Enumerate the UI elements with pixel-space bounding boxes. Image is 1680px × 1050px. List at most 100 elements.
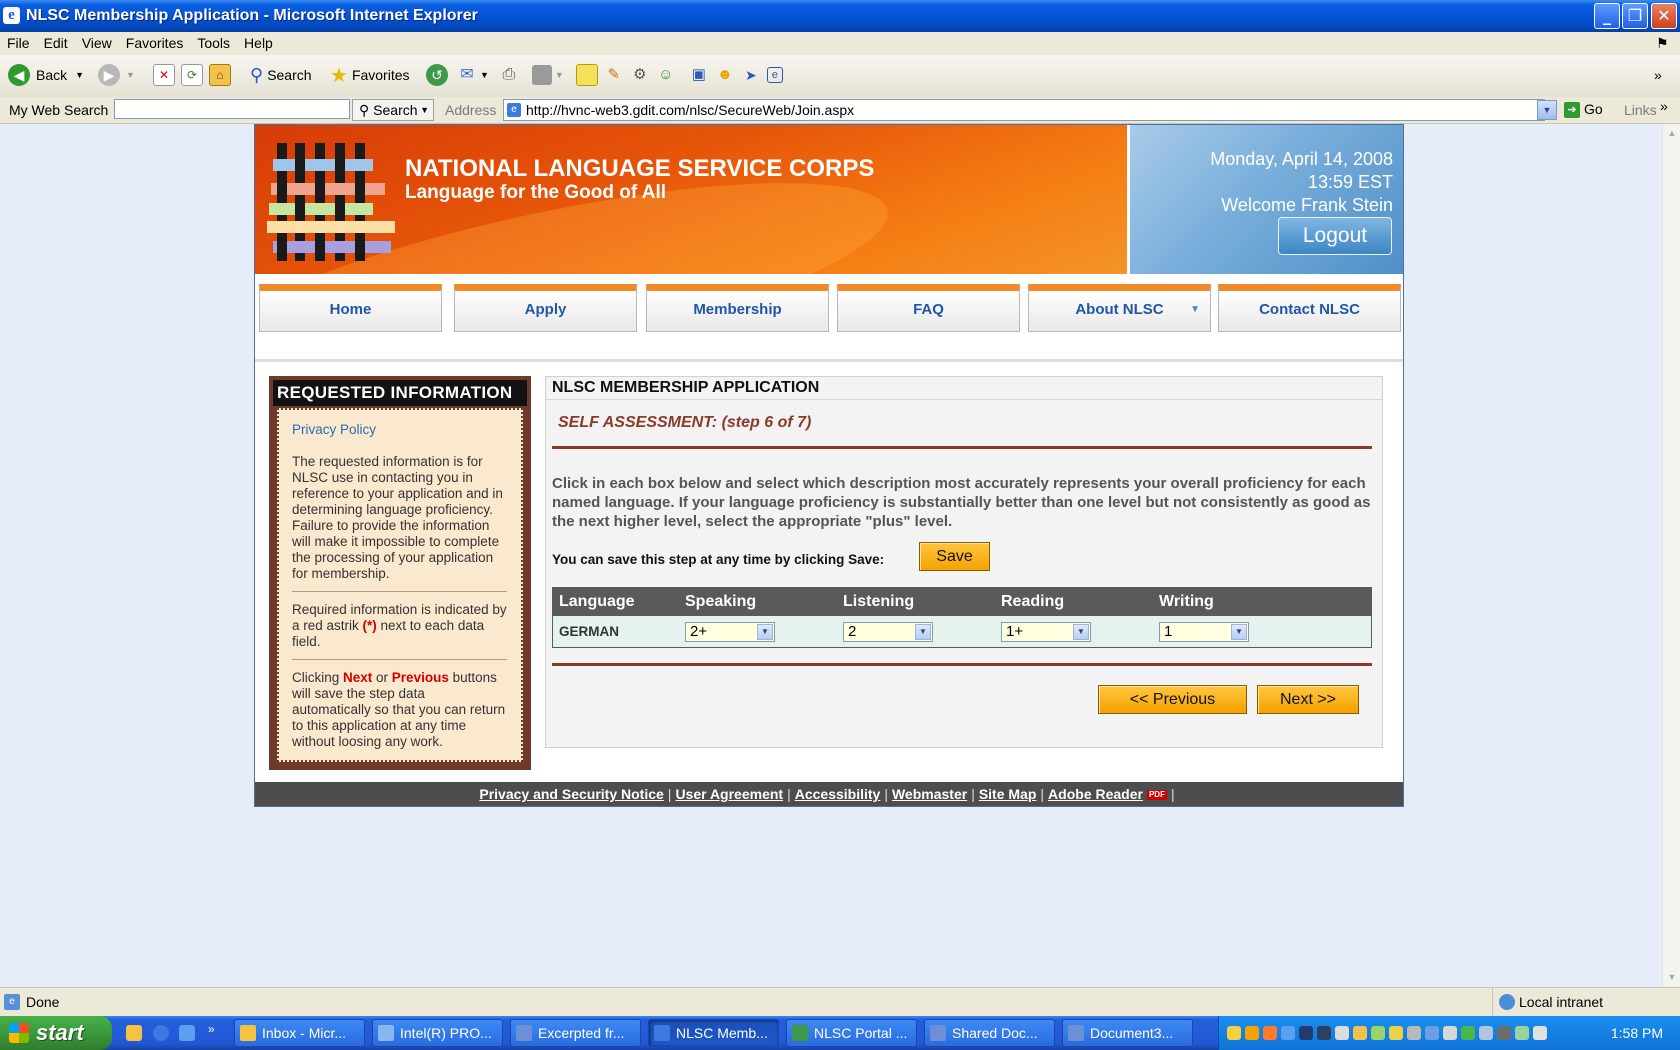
- minimize-button[interactable]: _: [1594, 3, 1620, 29]
- task-nlsc-portal[interactable]: NLSC Portal ...: [786, 1019, 917, 1047]
- tray-app-icon[interactable]: [1407, 1026, 1421, 1040]
- print-icon[interactable]: ⎙: [499, 65, 519, 85]
- search-button[interactable]: ⚲ Search: [250, 61, 312, 89]
- nav-contact-nlsc[interactable]: Contact NLSC: [1218, 284, 1401, 332]
- mail-icon[interactable]: ✉: [457, 65, 477, 85]
- nav-about-nlsc[interactable]: About NLSC ▼: [1028, 284, 1211, 332]
- status-text: Done: [26, 994, 60, 1010]
- smiley-icon[interactable]: ☻: [715, 65, 735, 85]
- logout-button[interactable]: Logout: [1278, 217, 1392, 255]
- edit-icon[interactable]: [531, 65, 552, 85]
- home-icon[interactable]: ⌂: [209, 64, 231, 86]
- tray-app-icon[interactable]: [1263, 1026, 1277, 1040]
- back-button[interactable]: ◀ Back ▼: [8, 61, 84, 89]
- chevron-down-icon: ▼: [915, 623, 931, 640]
- vertical-scrollbar[interactable]: ▲ ▼: [1662, 124, 1680, 987]
- history-icon[interactable]: ↺: [426, 64, 448, 86]
- chevron-down-icon[interactable]: ▼: [480, 70, 489, 80]
- reading-select[interactable]: 1+ ▼: [1001, 621, 1091, 642]
- tray-app-icon[interactable]: [1353, 1026, 1367, 1040]
- quicklaunch-overflow-icon[interactable]: »: [208, 1022, 224, 1038]
- tray-app-icon[interactable]: [1389, 1026, 1403, 1040]
- tray-app-icon[interactable]: [1335, 1026, 1349, 1040]
- divider: [552, 663, 1372, 666]
- tray-app-icon[interactable]: [1479, 1026, 1493, 1040]
- window-title-bar[interactable]: e NLSC Membership Application - Microsof…: [0, 0, 1680, 32]
- nav-apply[interactable]: Apply: [454, 284, 637, 332]
- favorites-button[interactable]: ★ Favorites: [330, 61, 410, 89]
- tray-app-icon[interactable]: [1281, 1026, 1295, 1040]
- menu-edit[interactable]: Edit: [37, 32, 75, 54]
- nav-membership[interactable]: Membership: [646, 284, 829, 332]
- go-button[interactable]: ➔ Go: [1564, 101, 1603, 119]
- volume-icon[interactable]: [1533, 1026, 1547, 1040]
- menu-view[interactable]: View: [75, 32, 119, 54]
- task-shared-docs[interactable]: Shared Doc...: [924, 1019, 1055, 1047]
- footer-webmaster-link[interactable]: Webmaster: [892, 786, 967, 802]
- nav-home[interactable]: Home: [259, 284, 442, 332]
- ie-quicklaunch-icon[interactable]: [153, 1025, 169, 1041]
- speaking-select[interactable]: 2+ ▼: [685, 621, 775, 642]
- tray-app-icon[interactable]: [1443, 1026, 1457, 1040]
- tray-app-icon[interactable]: [1497, 1026, 1511, 1040]
- refresh-icon[interactable]: ⟳: [181, 64, 203, 86]
- nav-faq[interactable]: FAQ: [837, 284, 1020, 332]
- tray-app-icon[interactable]: [1425, 1026, 1439, 1040]
- address-input[interactable]: e http://hvnc-web3.gdit.com/nlsc/SecureW…: [503, 99, 1545, 121]
- research-icon[interactable]: ✎: [604, 65, 624, 85]
- tray-app-icon[interactable]: [1227, 1026, 1241, 1040]
- menu-file[interactable]: File: [0, 32, 37, 54]
- task-intel-pro[interactable]: Intel(R) PRO...: [372, 1019, 503, 1047]
- note-icon[interactable]: [575, 64, 598, 86]
- col-listening: Listening: [837, 587, 995, 616]
- links-overflow-icon[interactable]: »: [1660, 98, 1668, 114]
- footer-accessibility-link[interactable]: Accessibility: [795, 786, 881, 802]
- web-search-input[interactable]: [114, 99, 350, 119]
- footer-adobe-reader-link[interactable]: Adobe Reader: [1048, 786, 1143, 802]
- footer-site-map-link[interactable]: Site Map: [979, 786, 1037, 802]
- previous-button[interactable]: << Previous: [1098, 685, 1247, 714]
- maximize-button[interactable]: ❐: [1622, 3, 1648, 29]
- start-button[interactable]: start: [0, 1016, 112, 1050]
- cursor-icon[interactable]: ➤: [741, 65, 761, 85]
- menu-help[interactable]: Help: [237, 32, 280, 54]
- task-document3[interactable]: Document3...: [1062, 1019, 1193, 1047]
- save-prompt: You can save this step at any time by cl…: [552, 552, 885, 567]
- footer-privacy-link[interactable]: Privacy and Security Notice: [479, 786, 663, 802]
- links-label[interactable]: Links: [1624, 102, 1657, 118]
- footer-user-agreement-link[interactable]: User Agreement: [675, 786, 783, 802]
- next-button[interactable]: Next >>: [1257, 685, 1359, 714]
- tray-app-icon[interactable]: [1515, 1026, 1529, 1040]
- task-nlsc-membership[interactable]: NLSC Memb...: [648, 1019, 779, 1047]
- writing-select[interactable]: 1 ▼: [1159, 621, 1249, 642]
- ie-small-icon[interactable]: e: [766, 67, 783, 83]
- outlook-quicklaunch-icon[interactable]: [126, 1025, 142, 1041]
- web-search-button[interactable]: ⚲ Search ▼: [352, 99, 434, 121]
- scroll-up-icon[interactable]: ▲: [1664, 125, 1680, 142]
- menu-tools[interactable]: Tools: [190, 32, 237, 54]
- task-excerpted[interactable]: Excerpted fr...: [510, 1019, 641, 1047]
- menu-favorites[interactable]: Favorites: [119, 32, 191, 54]
- forward-button[interactable]: ▶ ▼: [98, 61, 135, 89]
- security-zone[interactable]: Local intranet: [1492, 988, 1680, 1016]
- tray-app-icon[interactable]: [1299, 1026, 1313, 1040]
- tray-app-icon[interactable]: [1317, 1026, 1331, 1040]
- messenger-icon[interactable]: ☺: [656, 65, 676, 85]
- scroll-down-icon[interactable]: ▼: [1664, 969, 1680, 986]
- favorites-label: Favorites: [351, 67, 410, 83]
- close-button[interactable]: ✕: [1651, 3, 1677, 29]
- tray-app-icon[interactable]: [1245, 1026, 1259, 1040]
- listening-select[interactable]: 2 ▼: [843, 621, 933, 642]
- privacy-policy-link[interactable]: Privacy Policy: [292, 422, 507, 438]
- discuss-icon[interactable]: ⚙: [630, 65, 650, 85]
- address-dropdown-button[interactable]: ▼: [1537, 100, 1557, 120]
- toolbar-overflow-icon[interactable]: »: [1654, 61, 1662, 89]
- save-button[interactable]: Save: [919, 542, 990, 571]
- stop-icon[interactable]: ✕: [153, 64, 175, 86]
- desktop-quicklaunch-icon[interactable]: [179, 1025, 195, 1041]
- tray-app-icon[interactable]: [1371, 1026, 1385, 1040]
- monitor-icon[interactable]: ▣: [689, 65, 709, 85]
- task-inbox[interactable]: Inbox - Micr...: [234, 1019, 365, 1047]
- tray-app-icon[interactable]: [1461, 1026, 1475, 1040]
- chevron-down-icon[interactable]: ▼: [555, 70, 564, 80]
